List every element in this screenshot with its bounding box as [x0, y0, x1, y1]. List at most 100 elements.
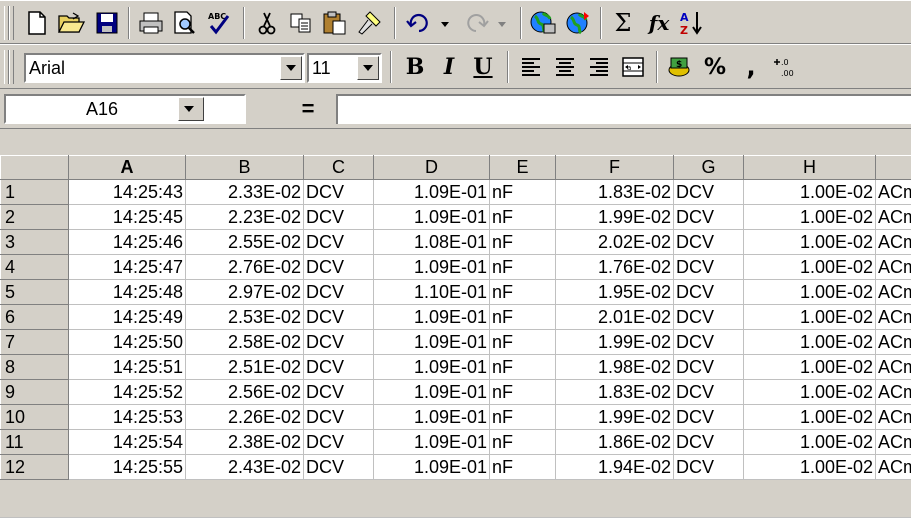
cell-h10[interactable]: 1.00E-02: [744, 405, 876, 430]
copy-icon[interactable]: [284, 7, 318, 39]
cell-i9[interactable]: ACmA: [876, 380, 911, 405]
cell-a5[interactable]: 14:25:48: [69, 280, 186, 305]
cell-f2[interactable]: 1.99E-02: [556, 205, 674, 230]
cell-b1[interactable]: 2.33E-02: [186, 180, 304, 205]
bold-button[interactable]: B: [398, 51, 432, 83]
cell-f7[interactable]: 1.99E-02: [556, 330, 674, 355]
cell-i3[interactable]: ACmA: [876, 230, 911, 255]
name-box[interactable]: A16: [4, 94, 246, 124]
cell-f11[interactable]: 1.86E-02: [556, 430, 674, 455]
column-header-a[interactable]: A: [69, 156, 186, 180]
print-icon[interactable]: [134, 7, 168, 39]
column-header-h[interactable]: H: [744, 156, 876, 180]
cell-i11[interactable]: ACmA: [876, 430, 911, 455]
column-header-b[interactable]: B: [186, 156, 304, 180]
cell-a11[interactable]: 14:25:54: [69, 430, 186, 455]
currency-icon[interactable]: $: [662, 51, 696, 83]
cell-a7[interactable]: 14:25:50: [69, 330, 186, 355]
merge-center-icon[interactable]: a: [616, 51, 650, 83]
column-header-e[interactable]: E: [490, 156, 556, 180]
cell-e3[interactable]: nF: [490, 230, 556, 255]
align-left-icon[interactable]: [514, 51, 548, 83]
cell-c1[interactable]: DCV: [304, 180, 374, 205]
undo-icon[interactable]: [402, 7, 458, 39]
cell-a9[interactable]: 14:25:52: [69, 380, 186, 405]
cut-icon[interactable]: [250, 7, 284, 39]
row-header[interactable]: 4: [1, 255, 69, 280]
cell-a6[interactable]: 14:25:49: [69, 305, 186, 330]
cell-h4[interactable]: 1.00E-02: [744, 255, 876, 280]
cell-e12[interactable]: nF: [490, 455, 556, 480]
cell-b10[interactable]: 2.26E-02: [186, 405, 304, 430]
cell-b12[interactable]: 2.43E-02: [186, 455, 304, 480]
cell-f4[interactable]: 1.76E-02: [556, 255, 674, 280]
open-icon[interactable]: [54, 7, 88, 39]
cell-i1[interactable]: ACmA: [876, 180, 911, 205]
cell-i7[interactable]: ACmA: [876, 330, 911, 355]
redo-icon[interactable]: [460, 7, 514, 39]
row-header[interactable]: 11: [1, 430, 69, 455]
row-header[interactable]: 7: [1, 330, 69, 355]
cell-g11[interactable]: DCV: [674, 430, 744, 455]
cell-g10[interactable]: DCV: [674, 405, 744, 430]
select-all-corner[interactable]: [1, 156, 69, 180]
cell-g9[interactable]: DCV: [674, 380, 744, 405]
format-painter-icon[interactable]: [352, 7, 386, 39]
cell-f10[interactable]: 1.99E-02: [556, 405, 674, 430]
cell-e10[interactable]: nF: [490, 405, 556, 430]
cell-e5[interactable]: nF: [490, 280, 556, 305]
row-header[interactable]: 1: [1, 180, 69, 205]
autosum-icon[interactable]: Σ: [606, 7, 640, 39]
cell-i8[interactable]: ACmA: [876, 355, 911, 380]
cell-f6[interactable]: 2.01E-02: [556, 305, 674, 330]
cell-f9[interactable]: 1.83E-02: [556, 380, 674, 405]
row-header[interactable]: 2: [1, 205, 69, 230]
cell-h6[interactable]: 1.00E-02: [744, 305, 876, 330]
cell-d10[interactable]: 1.09E-01: [374, 405, 490, 430]
cell-i4[interactable]: ACmA: [876, 255, 911, 280]
cell-g3[interactable]: DCV: [674, 230, 744, 255]
column-header-i[interactable]: I: [876, 156, 911, 180]
cell-b2[interactable]: 2.23E-02: [186, 205, 304, 230]
cell-b4[interactable]: 2.76E-02: [186, 255, 304, 280]
cell-f5[interactable]: 1.95E-02: [556, 280, 674, 305]
cell-c7[interactable]: DCV: [304, 330, 374, 355]
print-preview-icon[interactable]: [168, 7, 202, 39]
font-size-dropdown-icon[interactable]: [357, 56, 379, 80]
cell-b5[interactable]: 2.97E-02: [186, 280, 304, 305]
row-header[interactable]: 10: [1, 405, 69, 430]
cell-a8[interactable]: 14:25:51: [69, 355, 186, 380]
cell-e8[interactable]: nF: [490, 355, 556, 380]
cell-i5[interactable]: ACmA: [876, 280, 911, 305]
row-header[interactable]: 5: [1, 280, 69, 305]
save-icon[interactable]: [90, 7, 124, 39]
cell-h8[interactable]: 1.00E-02: [744, 355, 876, 380]
cell-h1[interactable]: 1.00E-02: [744, 180, 876, 205]
cell-g8[interactable]: DCV: [674, 355, 744, 380]
cell-e2[interactable]: nF: [490, 205, 556, 230]
cell-e11[interactable]: nF: [490, 430, 556, 455]
cell-g6[interactable]: DCV: [674, 305, 744, 330]
cell-c4[interactable]: DCV: [304, 255, 374, 280]
edit-formula-button[interactable]: =: [288, 96, 328, 122]
percent-style-button[interactable]: %: [698, 51, 732, 83]
cell-d4[interactable]: 1.09E-01: [374, 255, 490, 280]
cell-e1[interactable]: nF: [490, 180, 556, 205]
cell-h12[interactable]: 1.00E-02: [744, 455, 876, 480]
font-name-select[interactable]: Arial: [24, 53, 305, 83]
cell-h2[interactable]: 1.00E-02: [744, 205, 876, 230]
column-header-c[interactable]: C: [304, 156, 374, 180]
font-name-dropdown-icon[interactable]: [280, 56, 302, 80]
web-icon[interactable]: [526, 7, 560, 39]
cell-a10[interactable]: 14:25:53: [69, 405, 186, 430]
cell-h9[interactable]: 1.00E-02: [744, 380, 876, 405]
cell-d11[interactable]: 1.09E-01: [374, 430, 490, 455]
cell-c6[interactable]: DCV: [304, 305, 374, 330]
cell-c3[interactable]: DCV: [304, 230, 374, 255]
cell-a3[interactable]: 14:25:46: [69, 230, 186, 255]
cell-c11[interactable]: DCV: [304, 430, 374, 455]
cell-d6[interactable]: 1.09E-01: [374, 305, 490, 330]
align-center-icon[interactable]: [548, 51, 582, 83]
cell-a2[interactable]: 14:25:45: [69, 205, 186, 230]
new-icon[interactable]: [20, 7, 54, 39]
